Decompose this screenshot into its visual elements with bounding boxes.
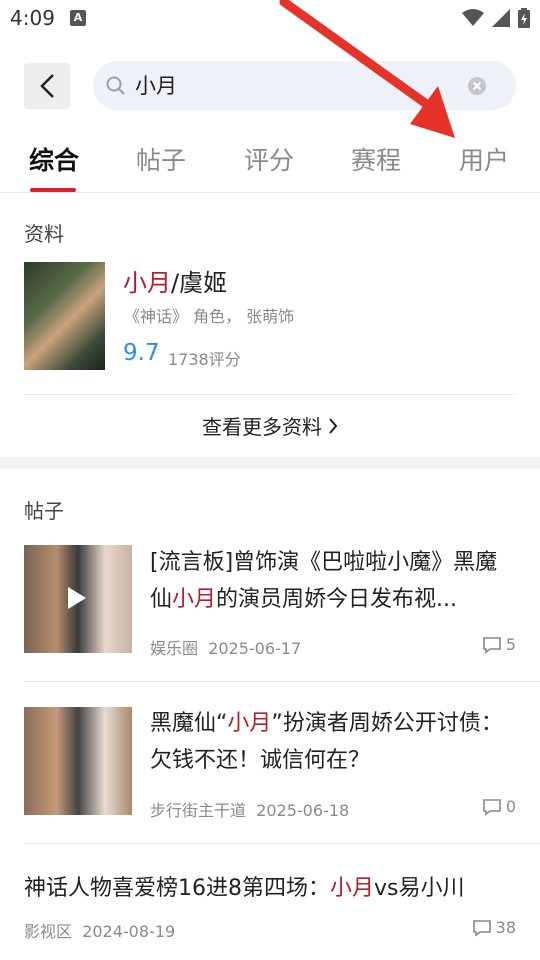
post-meta: 步行街主干道 2025-06-18 <box>150 797 349 821</box>
posts-section-title: 帖子 <box>24 499 64 523</box>
post-date: 2025-06-17 <box>208 639 302 658</box>
annotation-arrow-icon <box>279 0 455 138</box>
comment-count: 0 <box>505 797 516 816</box>
comment-count: 5 <box>505 635 516 654</box>
divider <box>24 843 540 844</box>
post-title-highlight: 小月 <box>227 711 272 736</box>
post-comments: 0 <box>482 797 516 816</box>
post-meta: 影视区 2024-08-19 <box>24 918 175 942</box>
post-title-text: 神话人物喜爱榜16进8第四场： <box>24 876 330 901</box>
comment-icon <box>483 636 501 654</box>
play-icon <box>68 587 86 609</box>
profile-description: 《神话》 角色， 张萌饰 <box>124 307 295 326</box>
profile-score: 9.7 <box>123 340 160 366</box>
post-thumbnail[interactable] <box>24 545 132 653</box>
profile-section-title: 资料 <box>24 222 64 246</box>
post-title[interactable]: [流言板]曾饰演《巴啦啦小魔》黑魔仙小月的演员周娇今日发布视... <box>150 544 510 618</box>
post-title-text: vs易小川 <box>374 876 465 901</box>
comment-count: 38 <box>495 918 516 937</box>
chevron-right-icon <box>329 417 338 434</box>
post-title-text: 黑魔仙“ <box>150 711 228 736</box>
post-title-highlight: 小月 <box>172 587 217 612</box>
profile-score-count: 1738评分 <box>168 350 241 369</box>
chevron-left-icon <box>40 74 54 98</box>
post-title[interactable]: 黑魔仙“小月”扮演者周娇公开讨债：欠钱不还！诚信何在？ <box>150 705 510 779</box>
tab-indicator <box>30 188 76 192</box>
post-title-highlight: 小月 <box>330 876 375 901</box>
notification-icon: A <box>70 10 86 26</box>
profile-image[interactable] <box>24 262 105 370</box>
signal-icon <box>492 9 510 27</box>
more-info-link[interactable]: 查看更多资料 <box>24 394 516 456</box>
back-button[interactable] <box>24 63 70 109</box>
tab-comprehensive[interactable]: 综合 <box>29 141 79 177</box>
post-source[interactable]: 步行街主干道 <box>150 801 246 820</box>
post-meta: 娱乐圈 2025-06-17 <box>150 635 301 659</box>
divider <box>24 681 540 682</box>
post-title[interactable]: 神话人物喜爱榜16进8第四场：小月vs易小川 <box>24 870 465 902</box>
tab-posts[interactable]: 帖子 <box>136 141 186 177</box>
profile-name-rest: /虞姬 <box>171 269 228 297</box>
post-source[interactable]: 影视区 <box>24 922 72 941</box>
profile-name-highlight: 小月 <box>123 269 171 297</box>
post-comments: 38 <box>472 918 516 937</box>
post-thumbnail[interactable] <box>24 707 132 815</box>
battery-icon <box>518 8 530 28</box>
post-date: 2025-06-18 <box>256 801 350 820</box>
more-info-label: 查看更多资料 <box>202 415 322 439</box>
post-title-text: 的演员周娇今日发布视... <box>216 587 458 612</box>
comment-icon <box>483 798 501 816</box>
status-time: 4:09 <box>10 6 55 30</box>
section-separator <box>0 457 540 469</box>
search-icon <box>106 76 125 95</box>
post-comments: 5 <box>482 635 516 654</box>
profile-name[interactable]: 小月/虞姬 <box>123 263 227 298</box>
post-source[interactable]: 娱乐圈 <box>150 639 198 658</box>
comment-icon <box>472 919 491 937</box>
post-date: 2024-08-19 <box>82 922 176 941</box>
